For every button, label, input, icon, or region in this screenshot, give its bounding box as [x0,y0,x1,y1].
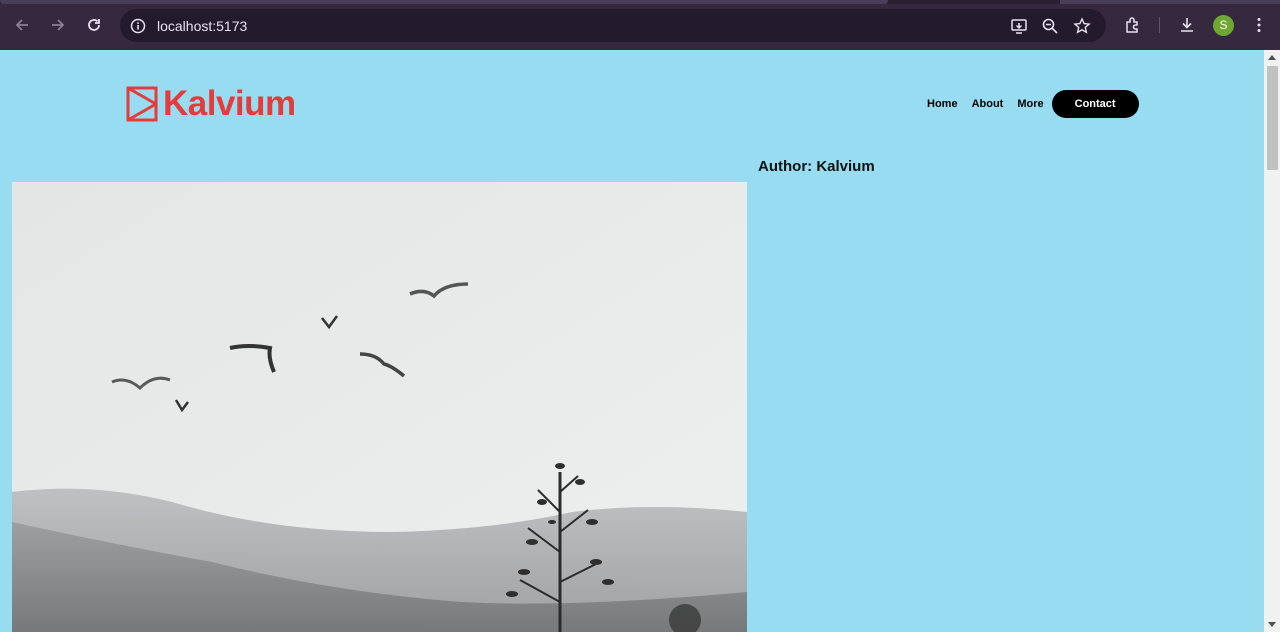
site-logo[interactable]: Kalvium [126,86,296,122]
scrollbar-thumb[interactable] [1267,66,1278,170]
active-tab[interactable] [0,0,888,4]
install-app-icon[interactable] [1010,17,1028,35]
forward-button[interactable] [47,14,69,36]
site-info-icon[interactable] [130,18,146,34]
menu-icon[interactable] [1250,16,1268,34]
zoom-icon[interactable] [1041,17,1059,35]
back-button[interactable] [11,14,33,36]
tab-strip [0,0,1280,4]
main-nav: Home About More Contact [927,90,1139,118]
forward-icon [52,19,65,31]
reload-button[interactable] [83,14,105,36]
nav-about-link[interactable]: About [972,98,1004,110]
back-icon [15,19,28,31]
bookmark-star-icon[interactable] [1073,17,1091,35]
toolbar-divider [1159,17,1160,33]
downloads-icon[interactable] [1178,16,1196,34]
profile-avatar[interactable]: S [1213,15,1234,36]
kalvium-logo-icon [126,86,158,122]
page-scrollbar[interactable] [1264,50,1280,632]
reload-icon [88,19,100,31]
nav-home-link[interactable]: Home [927,98,958,110]
ink-landscape-illustration [12,182,747,632]
page-viewport: Kalvium Home About More Contact Author: … [0,50,1264,632]
nav-more-link[interactable]: More [1017,98,1043,110]
inactive-tab[interactable] [1060,0,1280,4]
extensions-icon[interactable] [1124,16,1142,34]
scroll-down-arrow-icon[interactable] [1268,622,1276,627]
author-line: Author: Kalvium [758,158,875,175]
artwork-image [12,182,747,632]
url-text[interactable]: localhost:5173 [157,18,247,34]
address-bar[interactable]: localhost:5173 [120,9,1106,42]
browser-toolbar: localhost:5173 S [0,0,1280,50]
contact-button[interactable]: Contact [1051,90,1139,118]
scroll-up-arrow-icon[interactable] [1268,55,1276,60]
logo-wordmark: Kalvium [163,84,296,123]
